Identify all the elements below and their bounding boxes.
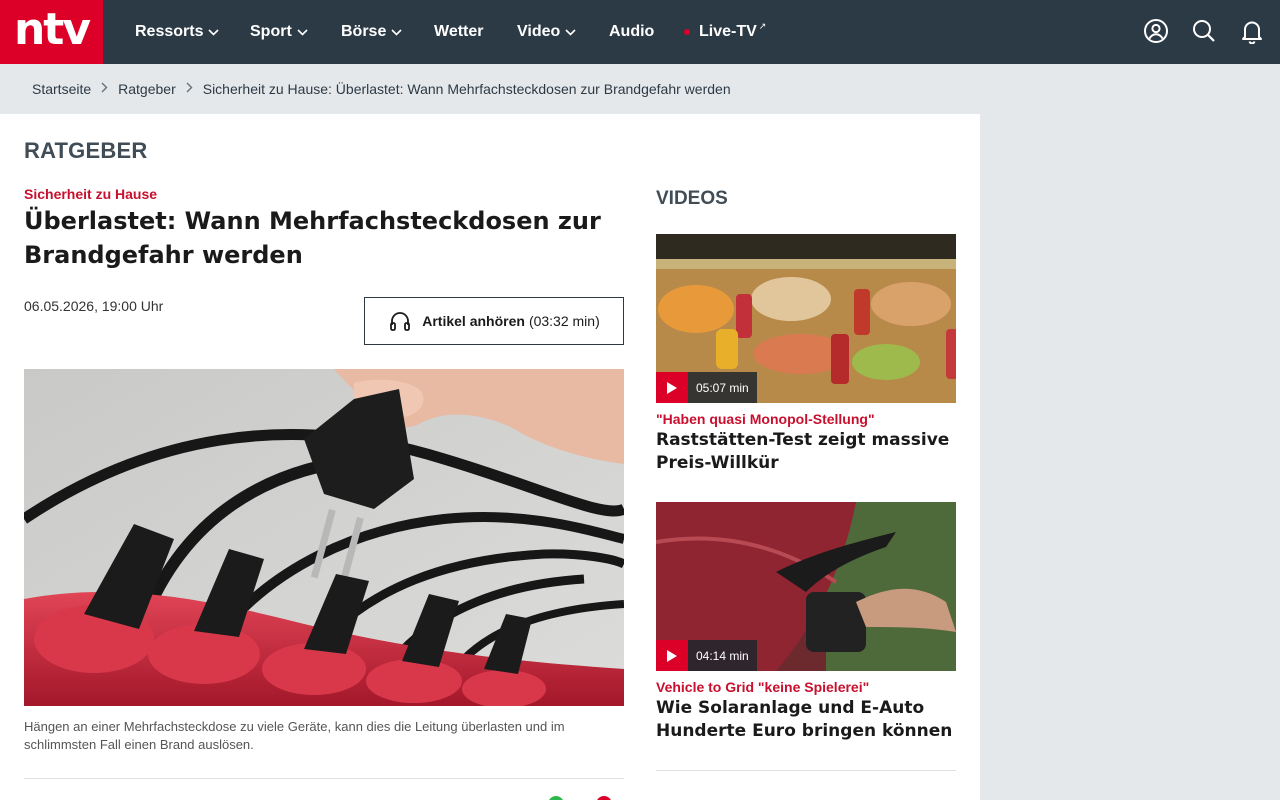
article-date: 06.05.2026, 19:00 Uhr — [24, 298, 164, 314]
headphones-icon — [390, 312, 411, 331]
breadcrumb-current: Sicherheit zu Hause: Überlastet: Wann Me… — [202, 81, 731, 97]
live-indicator-dot — [684, 29, 690, 35]
ntv-logo[interactable]: ntv — [0, 0, 103, 64]
video-card[interactable]: 04:14 min Vehicle to Grid "keine Spieler… — [656, 502, 956, 743]
chevron-down-icon — [297, 28, 308, 36]
video-title[interactable]: Raststätten-Test zeigt massive Preis-Wil… — [656, 429, 956, 475]
listen-article-button[interactable]: Artikel anhören (03:32 min) — [364, 297, 624, 345]
chevron-down-icon — [565, 28, 576, 36]
breadcrumb-link-startseite[interactable]: Startseite — [32, 81, 91, 97]
bell-icon[interactable] — [1239, 18, 1265, 44]
video-kicker: Vehicle to Grid "keine Spielerei" — [656, 679, 870, 695]
nav-item-label: Wetter — [434, 23, 484, 40]
image-caption: Hängen an einer Mehrfachsteckdose zu vie… — [24, 719, 565, 752]
video-play-badge[interactable]: 04:14 min — [656, 640, 757, 671]
video-play-badge[interactable]: 05:07 min — [656, 372, 757, 403]
videos-section-title: VIDEOS — [656, 188, 728, 209]
breadcrumb-link-ratgeber[interactable]: Ratgeber — [118, 81, 176, 97]
main-content: RATGEBER Sicherheit zu Hause Überlastet:… — [0, 114, 980, 800]
whatsapp-share-icon[interactable] — [548, 796, 564, 800]
external-link-icon: ↗ — [758, 20, 767, 31]
video-thumbnail[interactable]: 04:14 min — [656, 502, 956, 671]
nav-item-wetter[interactable]: Wetter — [434, 0, 484, 64]
video-kicker: "Haben quasi Monopol-Stellung" — [656, 411, 875, 427]
share-icon[interactable] — [596, 796, 612, 800]
chevron-down-icon — [208, 28, 220, 36]
video-title[interactable]: Wie Solaranlage und E-Auto Hunderte Euro… — [656, 697, 956, 743]
section-title: RATGEBER — [24, 138, 148, 163]
nav-item-audio[interactable]: Audio — [609, 0, 654, 64]
divider — [24, 778, 624, 779]
nav-item-label: Ressorts — [135, 23, 204, 40]
user-icon[interactable] — [1143, 18, 1169, 44]
nav-item-sport[interactable]: Sport — [250, 0, 308, 64]
nav-item-video[interactable]: Video — [517, 0, 576, 64]
video-thumbnail[interactable]: 05:07 min — [656, 234, 956, 403]
nav-item-label: Sport — [250, 23, 292, 40]
search-icon[interactable] — [1191, 18, 1217, 44]
nav-item-label: Live-TV — [699, 23, 757, 40]
nav-item-ressorts[interactable]: Ressorts — [135, 0, 220, 64]
nav-item-label: Börse — [341, 23, 387, 40]
chevron-right-icon — [186, 82, 193, 96]
breadcrumb: Startseite Ratgeber Sicherheit zu Hause:… — [0, 64, 980, 114]
divider — [656, 770, 956, 771]
video-duration: 05:07 min — [688, 372, 757, 403]
nav-item-live-tv[interactable]: Live-TV ↗ — [684, 0, 766, 64]
chevron-right-icon — [101, 82, 108, 96]
nav-item-boerse[interactable]: Börse — [341, 0, 402, 64]
article-headline: Überlastet: Wann Mehrfachsteckdosen zur … — [24, 207, 601, 269]
listen-duration: (03:32 min) — [528, 313, 600, 329]
top-navigation: ntv Ressorts Sport Börse Wetter Video Au… — [0, 0, 1280, 64]
play-icon[interactable] — [656, 372, 688, 403]
chevron-down-icon — [391, 28, 402, 36]
article-kicker: Sicherheit zu Hause — [24, 186, 158, 202]
share-row — [24, 792, 624, 800]
nav-item-label: Audio — [609, 23, 655, 40]
listen-label: Artikel anhören — [422, 313, 525, 329]
play-icon[interactable] — [656, 640, 688, 671]
nav-item-label: Video — [517, 23, 561, 40]
article-hero-image — [24, 369, 624, 706]
video-card[interactable]: 05:07 min "Haben quasi Monopol-Stellung"… — [656, 234, 956, 475]
video-duration: 04:14 min — [688, 640, 757, 671]
